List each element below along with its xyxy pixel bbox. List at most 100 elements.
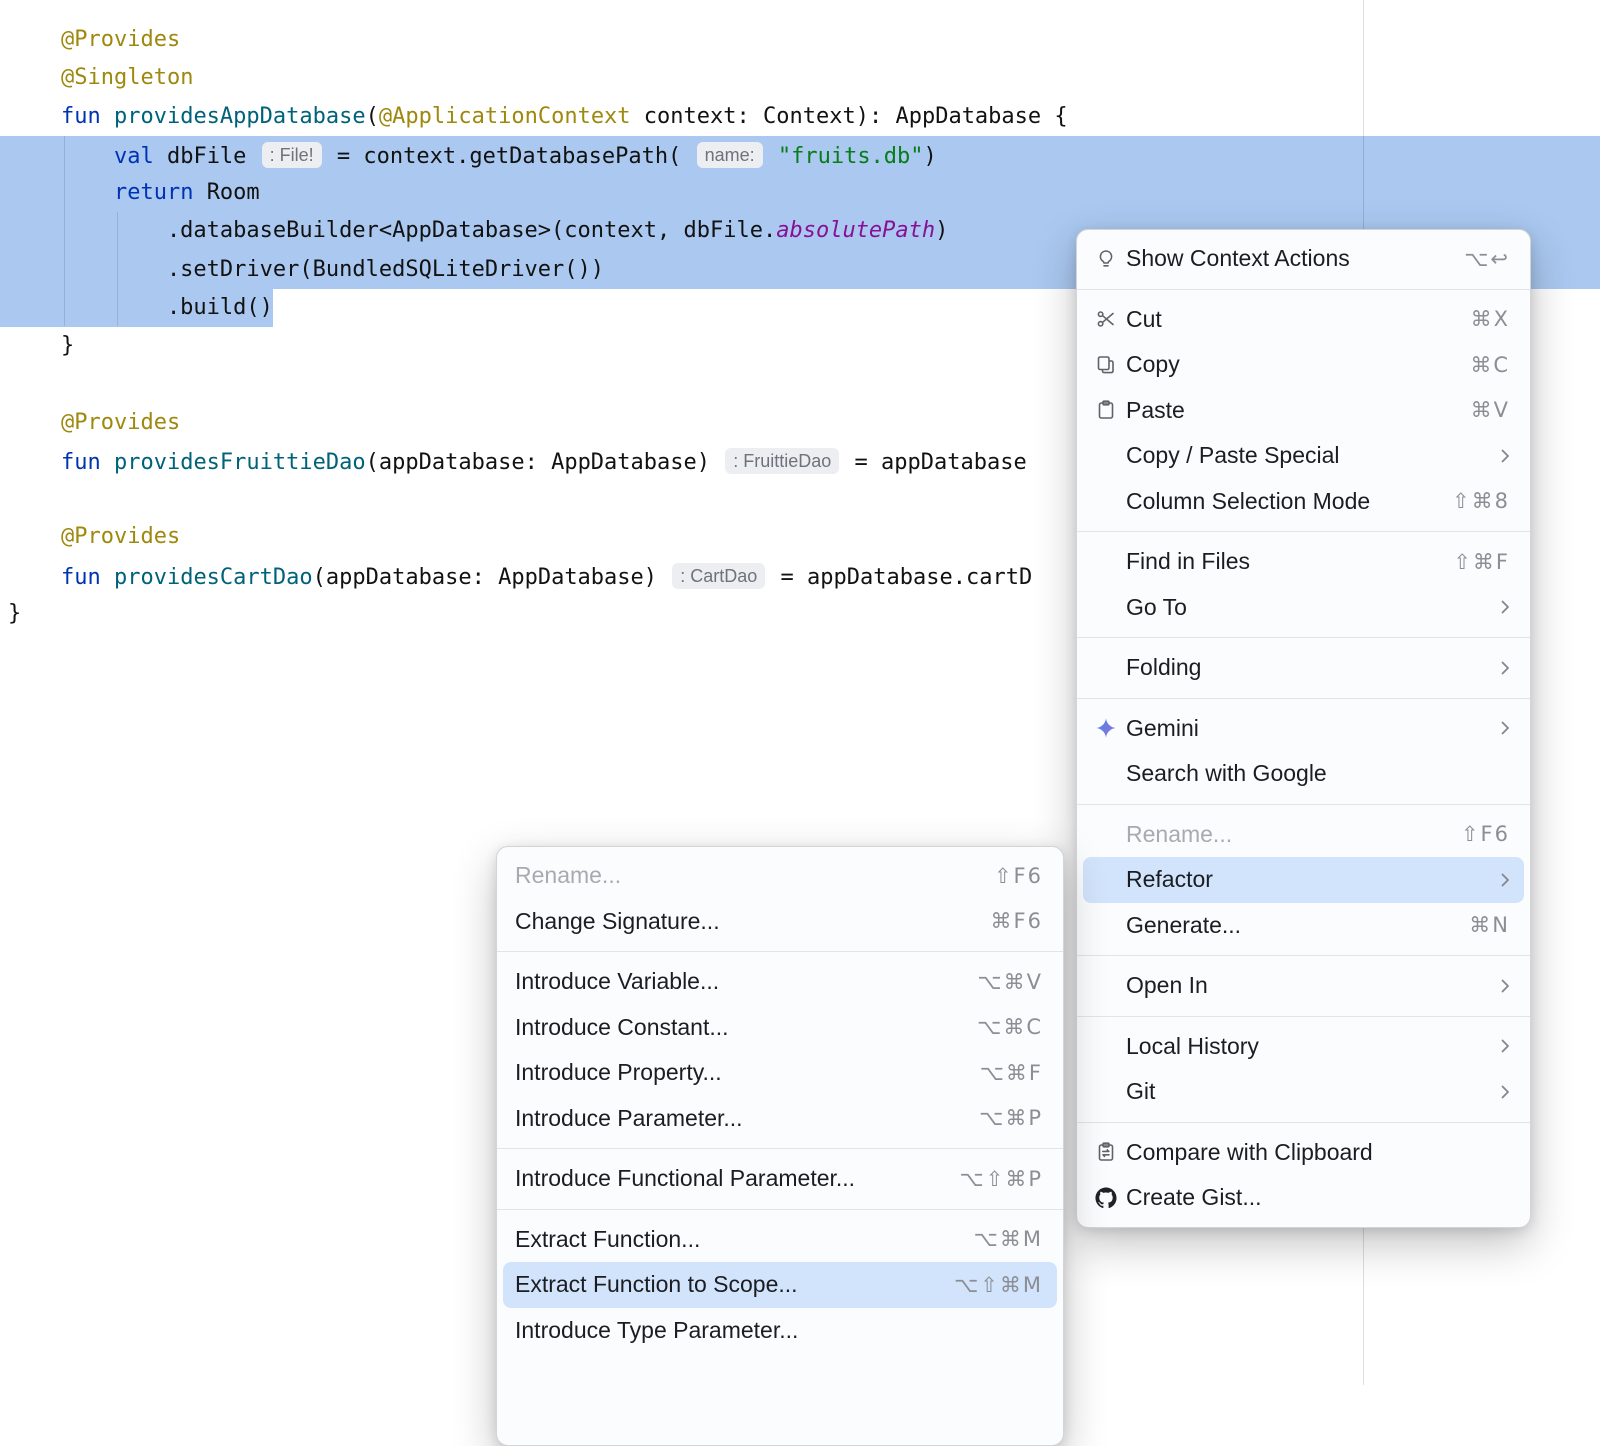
- code-line[interactable]: return Room: [0, 174, 1600, 212]
- menu-item-introduce-functional-parameter[interactable]: Introduce Functional Parameter...⌥⇧⌘P: [503, 1156, 1057, 1202]
- icon-spacer: [1095, 914, 1117, 936]
- menu-item-shortcut: ⌥⌘F: [980, 1061, 1043, 1085]
- menu-item-paste[interactable]: Paste⌘V: [1083, 388, 1524, 434]
- icon-spacer: [1095, 869, 1117, 891]
- menu-item-shortcut: ⇧⌘8: [1452, 489, 1510, 513]
- code-line-content: @Provides: [8, 524, 180, 549]
- icon-spacer: [1095, 596, 1117, 618]
- menu-item-introduce-variable[interactable]: Introduce Variable...⌥⌘V: [503, 959, 1057, 1005]
- menu-item-label: Search with Google: [1126, 760, 1327, 787]
- menu-item-show-context-actions[interactable]: Show Context Actions⌥↩: [1083, 236, 1524, 282]
- menu-item-git[interactable]: Git: [1083, 1069, 1524, 1115]
- code-token: Room: [207, 180, 260, 205]
- menu-item-rename[interactable]: Rename...⇧F6: [503, 853, 1057, 899]
- code-line-content: @Singleton: [8, 65, 193, 90]
- code-line-content: fun providesFruittieDao(appDatabase: App…: [8, 450, 1027, 475]
- code-token: [765, 144, 778, 169]
- menu-separator: [1077, 1016, 1530, 1017]
- code-line[interactable]: @Provides: [0, 21, 1600, 59]
- menu-item-rename[interactable]: Rename...⇧F6: [1083, 812, 1524, 858]
- inlay-hint: name:: [697, 142, 763, 168]
- code-token: providesFruittieDao: [114, 450, 366, 475]
- menu-item-search-with-google[interactable]: Search with Google: [1083, 751, 1524, 797]
- code-token: ): [935, 218, 948, 243]
- menu-item-introduce-property[interactable]: Introduce Property...⌥⌘F: [503, 1050, 1057, 1096]
- code-token: val: [114, 144, 167, 169]
- menu-separator: [497, 951, 1063, 952]
- code-line-content: .setDriver(BundledSQLiteDriver()): [8, 257, 604, 282]
- code-token: [8, 565, 61, 590]
- menu-item-shortcut: ⌘X: [1471, 307, 1510, 331]
- indent-guide: [117, 212, 118, 326]
- code-token: [8, 144, 114, 169]
- menu-item-shortcut: ⌥⌘P: [979, 1106, 1043, 1130]
- icon-spacer: [1095, 1081, 1117, 1103]
- menu-item-local-history[interactable]: Local History: [1083, 1024, 1524, 1070]
- menu-item-shortcut: ⌘F6: [991, 909, 1043, 933]
- code-line-content: @Provides: [8, 410, 180, 435]
- menu-separator: [1077, 289, 1530, 290]
- menu-item-introduce-constant[interactable]: Introduce Constant...⌥⌘C: [503, 1005, 1057, 1051]
- menu-item-label: Introduce Functional Parameter...: [515, 1165, 855, 1192]
- menu-item-extract-function[interactable]: Extract Function...⌥⌘M: [503, 1217, 1057, 1263]
- code-token: [8, 410, 61, 435]
- menu-item-copy-paste-special[interactable]: Copy / Paste Special: [1083, 433, 1524, 479]
- menu-item-shortcut: ⌥⇧⌘M: [954, 1273, 1043, 1297]
- code-line[interactable]: fun providesAppDatabase(@ApplicationCont…: [0, 98, 1600, 136]
- code-token: providesCartDao: [114, 565, 313, 590]
- menu-separator: [1077, 531, 1530, 532]
- menu-item-go-to[interactable]: Go To: [1083, 585, 1524, 631]
- code-line-content: .build(): [0, 289, 273, 327]
- submenu-arrow-icon: [1500, 448, 1510, 464]
- menu-item-change-signature[interactable]: Change Signature...⌘F6: [503, 899, 1057, 945]
- code-token: fun: [61, 104, 114, 129]
- menu-item-folding[interactable]: Folding: [1083, 645, 1524, 691]
- menu-item-introduce-type-parameter[interactable]: Introduce Type Parameter...: [503, 1308, 1057, 1354]
- menu-item-cut[interactable]: Cut⌘X: [1083, 297, 1524, 343]
- submenu-arrow-icon: [1500, 978, 1510, 994]
- code-token: = appDatabase.cartD: [767, 565, 1032, 590]
- menu-item-shortcut: ⇧⌘F: [1453, 550, 1510, 574]
- menu-separator: [1077, 804, 1530, 805]
- menu-item-refactor[interactable]: Refactor: [1083, 857, 1524, 903]
- code-token: fun: [61, 565, 114, 590]
- code-token: @Provides: [61, 27, 180, 52]
- code-token: (: [366, 104, 379, 129]
- submenu-arrow-icon: [1500, 660, 1510, 676]
- code-line[interactable]: val dbFile : File! = context.getDatabase…: [0, 136, 1600, 174]
- code-line[interactable]: @Singleton: [0, 59, 1600, 97]
- menu-item-introduce-parameter[interactable]: Introduce Parameter...⌥⌘P: [503, 1096, 1057, 1142]
- code-token: [8, 27, 61, 52]
- menu-item-shortcut: ⌥⌘M: [974, 1227, 1043, 1251]
- menu-item-extract-function-to-scope[interactable]: Extract Function to Scope... ⌥⇧⌘M: [503, 1262, 1057, 1308]
- menu-item-create-gist[interactable]: Create Gist...: [1083, 1175, 1524, 1221]
- menu-item-find-in-files[interactable]: Find in Files⇧⌘F: [1083, 539, 1524, 585]
- menu-item-label: Rename...: [1126, 821, 1232, 848]
- code-token: "fruits.db": [778, 144, 924, 169]
- menu-item-column-selection-mode[interactable]: Column Selection Mode⇧⌘8: [1083, 479, 1524, 525]
- menu-item-copy[interactable]: Copy⌘C: [1083, 342, 1524, 388]
- menu-item-compare-with-clipboard[interactable]: Compare with Clipboard: [1083, 1130, 1524, 1176]
- code-token: (appDatabase: AppDatabase): [313, 565, 671, 590]
- icon-spacer: [1095, 763, 1117, 785]
- indent-guide: [64, 136, 65, 326]
- icon-spacer: [1095, 551, 1117, 573]
- code-token: = appDatabase: [841, 450, 1026, 475]
- code-token: @Singleton: [61, 65, 193, 90]
- menu-separator: [1077, 1122, 1530, 1123]
- code-line-content: }: [8, 601, 21, 626]
- menu-item-label: Introduce Constant...: [515, 1014, 729, 1041]
- menu-item-label: Generate...: [1126, 912, 1241, 939]
- code-token: .databaseBuilder<AppDatabase>(context, d…: [8, 218, 776, 243]
- menu-item-gemini[interactable]: Gemini: [1083, 706, 1524, 752]
- menu-item-generate[interactable]: Generate...⌘N: [1083, 903, 1524, 949]
- menu-item-label: Refactor: [1126, 866, 1213, 893]
- gemini-icon: [1095, 717, 1117, 739]
- menu-item-label: Extract Function to Scope...: [515, 1271, 798, 1298]
- menu-separator: [1077, 955, 1530, 956]
- menu-item-shortcut: ⌘C: [1470, 353, 1510, 377]
- menu-item-open-in[interactable]: Open In: [1083, 963, 1524, 1009]
- code-line-content: fun providesCartDao(appDatabase: AppData…: [8, 565, 1032, 590]
- icon-spacer: [1095, 975, 1117, 997]
- menu-item-shortcut: ⌥⌘V: [977, 970, 1043, 994]
